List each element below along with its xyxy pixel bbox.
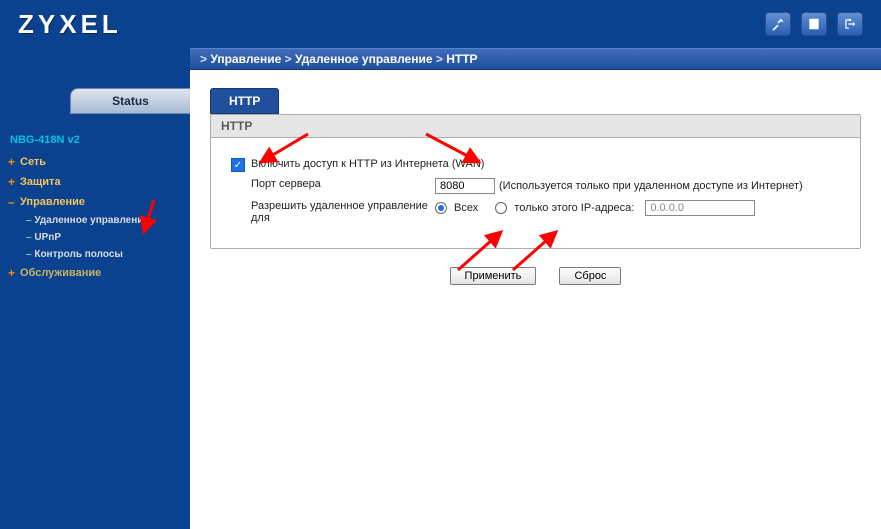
model-label: NBG-418N v2 [0,132,190,152]
tab-http[interactable]: HTTP [210,88,279,114]
nav-bandwidth[interactable]: – Контроль полосы [2,246,190,263]
breadcrumb: > Управление > Удаленное управление > HT… [190,48,881,70]
collapse-icon: – [8,195,20,209]
apply-button[interactable]: Применить [450,267,537,285]
nav-upnp[interactable]: – UPnP [2,229,190,246]
nav-security[interactable]: + Защита [0,172,190,192]
nav-remote-management[interactable]: – Удаленное управление [2,212,190,229]
server-port-label: Порт сервера [225,178,435,190]
allowed-ip-input[interactable] [645,200,755,216]
enable-http-wan-checkbox[interactable]: ✓ [231,158,245,172]
nav-sublabel: Контроль полосы [34,249,123,260]
server-port-note: (Используется только при удаленном досту… [499,180,803,192]
radio-all-label: Всех [454,202,478,214]
allow-remote-label: Разрешить удаленное управление для [225,200,435,224]
server-port-input[interactable] [435,178,495,194]
logout-icon[interactable] [837,12,863,36]
wizard-icon[interactable] [765,12,791,36]
panel-title: HTTP [211,115,860,138]
nav-label: Защита [20,176,61,188]
bc-3: HTTP [446,52,477,66]
status-tab[interactable]: Status [70,88,190,114]
notes-icon[interactable] [801,12,827,36]
reset-button[interactable]: Сброс [559,267,621,285]
nav-label: Управление [20,196,85,208]
brand-logo: ZYXEL [18,9,122,40]
nav-label: Сеть [20,156,46,168]
nav-network[interactable]: + Сеть [0,152,190,172]
radio-only-ip[interactable] [495,202,507,214]
radio-only-ip-label: только этого IP-адреса: [514,202,634,214]
nav-label: Обслуживание [20,267,101,279]
enable-http-wan-label: Включить доступ к HTTP из Интернета (WAN… [251,158,484,170]
expand-icon: + [8,175,20,189]
nav-maintenance[interactable]: + Обслуживание [0,263,190,283]
bc-1: Управление [210,52,281,66]
nav-sublabel: UPnP [34,232,61,243]
nav-sublabel: Удаленное управление [34,215,149,226]
expand-icon: + [8,266,20,280]
radio-all[interactable] [435,202,447,214]
expand-icon: + [8,155,20,169]
nav-management[interactable]: – Управление [0,192,190,212]
bc-2: Удаленное управление [295,52,433,66]
